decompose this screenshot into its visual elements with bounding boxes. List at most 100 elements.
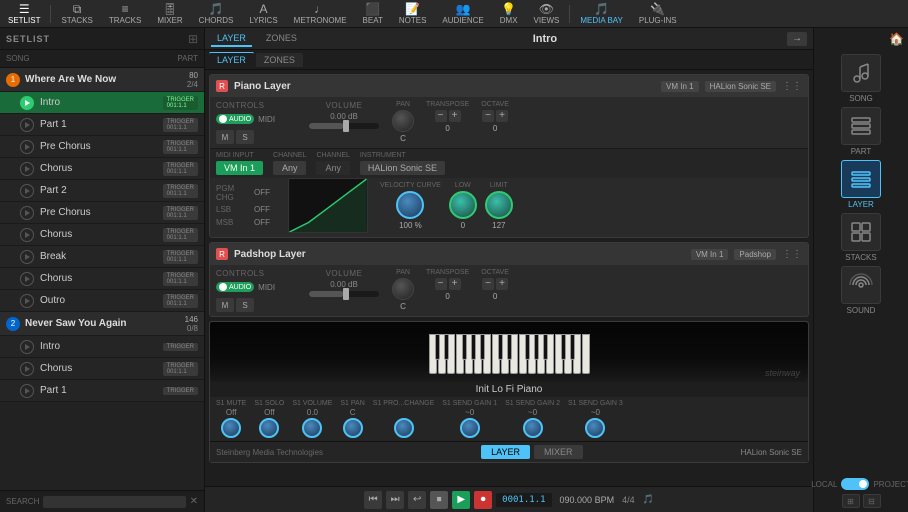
ms-buttons: M S [216, 130, 296, 144]
part-item-chorus2[interactable]: Chorus TRIGGER001:1.1 [0, 224, 204, 246]
transport-record[interactable]: ⏺ [474, 491, 492, 509]
s1-send3-knob[interactable] [585, 418, 605, 438]
piano-menu-icon[interactable]: ⋮⋮ [782, 81, 802, 92]
part-item-outro[interactable]: Outro TRIGGER001:1.1 [0, 290, 204, 312]
setlist-menu-icon[interactable]: ⊞ [188, 32, 198, 46]
transport-prev[interactable]: ⏮ [364, 491, 382, 509]
transport-play[interactable]: ▶ [452, 491, 470, 509]
pgm-chg-btn[interactable]: OFF [248, 187, 276, 198]
search-input[interactable] [47, 497, 181, 507]
halion-layer-tab[interactable]: LAYER [481, 445, 530, 459]
s1-solo-knob[interactable] [259, 418, 279, 438]
notes-icon: 📝 [405, 3, 420, 15]
padshop-record-btn[interactable]: R [216, 248, 228, 260]
right-sidebar: 🏠 SONG [813, 28, 908, 512]
media-item-song[interactable]: SONG [840, 54, 882, 103]
padshop-volume-slider[interactable] [309, 291, 379, 297]
media-item-sound[interactable]: SOUND [840, 266, 882, 315]
nav-beat[interactable]: ⬛ BEAT [355, 0, 391, 27]
mute-btn[interactable]: M [216, 130, 234, 144]
padshop-audio-toggle[interactable]: AUDIO [216, 282, 254, 292]
instrument-val[interactable]: HALion Sonic SE [360, 161, 445, 175]
s1-send2-knob[interactable] [523, 418, 543, 438]
part-item-prechorus2[interactable]: Pre Chorus TRIGGER001:1.1 [0, 202, 204, 224]
song-item-2[interactable]: 2 Never Saw You Again 146 0/8 [0, 312, 204, 336]
solo-btn[interactable]: S [236, 130, 254, 144]
instruments-area: R Piano Layer VM In 1 HALion Sonic SE ⋮⋮… [205, 70, 813, 486]
midi-input-val[interactable]: VM In 1 [216, 161, 263, 175]
padshop-transpose-minus[interactable]: − [435, 278, 447, 290]
piano-record-btn[interactable]: R [216, 80, 228, 92]
octave-minus[interactable]: − [482, 110, 494, 122]
volume-slider[interactable] [309, 123, 379, 129]
velocity-knob[interactable] [396, 191, 424, 219]
pan-knob[interactable] [392, 110, 414, 132]
padshop-menu-icon[interactable]: ⋮⋮ [782, 249, 802, 260]
s1-mute-knob[interactable] [221, 418, 241, 438]
transpose-minus[interactable]: − [435, 110, 447, 122]
search-close-icon[interactable]: ✕ [190, 496, 198, 507]
part-item-chorus3[interactable]: Chorus TRIGGER001:1.1 [0, 268, 204, 290]
part-item-chorus-s2[interactable]: Chorus TRIGGER001:1.1 [0, 358, 204, 380]
nav-audience[interactable]: 👥 AUDIENCE [434, 0, 491, 27]
song-item-1[interactable]: 1 Where Are We Now 80 2/4 [0, 68, 204, 92]
local-project-toggle[interactable] [841, 478, 869, 490]
transport-rewind[interactable]: ↩ [408, 491, 426, 509]
msb-btn[interactable]: OFF [248, 217, 276, 228]
nav-views[interactable]: 👁 VIEWS [526, 0, 568, 27]
audio-toggle[interactable]: AUDIO [216, 114, 254, 124]
home-icon[interactable]: 🏠 [889, 32, 904, 46]
padshop-mute-btn[interactable]: M [216, 298, 234, 312]
nav-dmx[interactable]: 💡 DMX [492, 0, 526, 27]
nav-metronome[interactable]: ♩ METRONOME [286, 0, 355, 27]
padshop-octave-minus[interactable]: − [482, 278, 494, 290]
part-item-prechorus1[interactable]: Pre Chorus TRIGGER001:1.1 [0, 136, 204, 158]
s1-pro-knob[interactable] [394, 418, 414, 438]
part-item-chorus1[interactable]: Chorus TRIGGER001:1.1 [0, 158, 204, 180]
view-btn-1[interactable]: ⊞ [842, 494, 860, 508]
view-btn-2[interactable]: ⊟ [863, 494, 881, 508]
padshop-solo-btn[interactable]: S [236, 298, 254, 312]
limit-knob[interactable] [485, 191, 513, 219]
padshop-pan-knob[interactable] [392, 278, 414, 300]
nav-tracks[interactable]: ≡ TRACKS [101, 0, 149, 27]
nav-chords[interactable]: 🎵 CHORDS [191, 0, 242, 27]
padshop-transpose-plus[interactable]: + [449, 278, 461, 290]
halion-mixer-tab[interactable]: MIXER [534, 445, 583, 459]
nav-stacks[interactable]: ⧉ STACKS [53, 0, 100, 27]
part-item-intro2[interactable]: Intro TRIGGER [0, 336, 204, 358]
nav-setlist[interactable]: ☰ SETLIST [0, 0, 48, 27]
s1-send1-knob[interactable] [460, 418, 480, 438]
media-bay-icon: 🎵 [594, 3, 609, 15]
transpose-plus[interactable]: + [449, 110, 461, 122]
octave-plus[interactable]: + [496, 110, 508, 122]
low-knob[interactable] [449, 191, 477, 219]
s1-pan-knob[interactable] [343, 418, 363, 438]
media-item-layer[interactable]: LAYER [840, 160, 882, 209]
media-item-stacks[interactable]: STACKS [840, 213, 882, 262]
transport-stop[interactable]: ⏹ [430, 491, 448, 509]
tab-layer[interactable]: LAYER [211, 31, 252, 47]
nav-media-bay[interactable]: 🎵 MEDIA BAY [572, 0, 631, 27]
media-item-part[interactable]: PART [840, 107, 882, 156]
channel-val[interactable]: Any [273, 161, 306, 175]
nav-plug-ins[interactable]: 🔌 PLUG-INS [631, 0, 685, 27]
padshop-octave-plus[interactable]: + [496, 278, 508, 290]
part-item-intro[interactable]: Intro TRIGGER001:1.1 [0, 92, 204, 114]
nav-notes[interactable]: 📝 NOTES [391, 0, 435, 27]
piano-image: steinway [210, 322, 808, 382]
part-item-break[interactable]: Break TRIGGER001:1.1 [0, 246, 204, 268]
s1-volume-knob[interactable] [302, 418, 322, 438]
tab-zones[interactable]: ZONES [260, 31, 303, 47]
zones-tab[interactable]: ZONES [256, 53, 303, 67]
part-item-part1[interactable]: Part 1 TRIGGER001:1.1 [0, 114, 204, 136]
part-item-part2[interactable]: Part 2 TRIGGER001:1.1 [0, 180, 204, 202]
transport-next[interactable]: ⏭ [386, 491, 404, 509]
nav-arrow[interactable]: → [787, 32, 807, 46]
nav-mixer[interactable]: 🎚 MIXER [149, 0, 190, 27]
channel2-val[interactable]: Any [316, 161, 349, 175]
lsb-btn[interactable]: OFF [248, 204, 276, 215]
nav-lyrics[interactable]: A LYRICS [241, 0, 285, 27]
layer-tab[interactable]: LAYER [209, 52, 254, 67]
part-item-part1-s2[interactable]: Part 1 TRIGGER [0, 380, 204, 402]
